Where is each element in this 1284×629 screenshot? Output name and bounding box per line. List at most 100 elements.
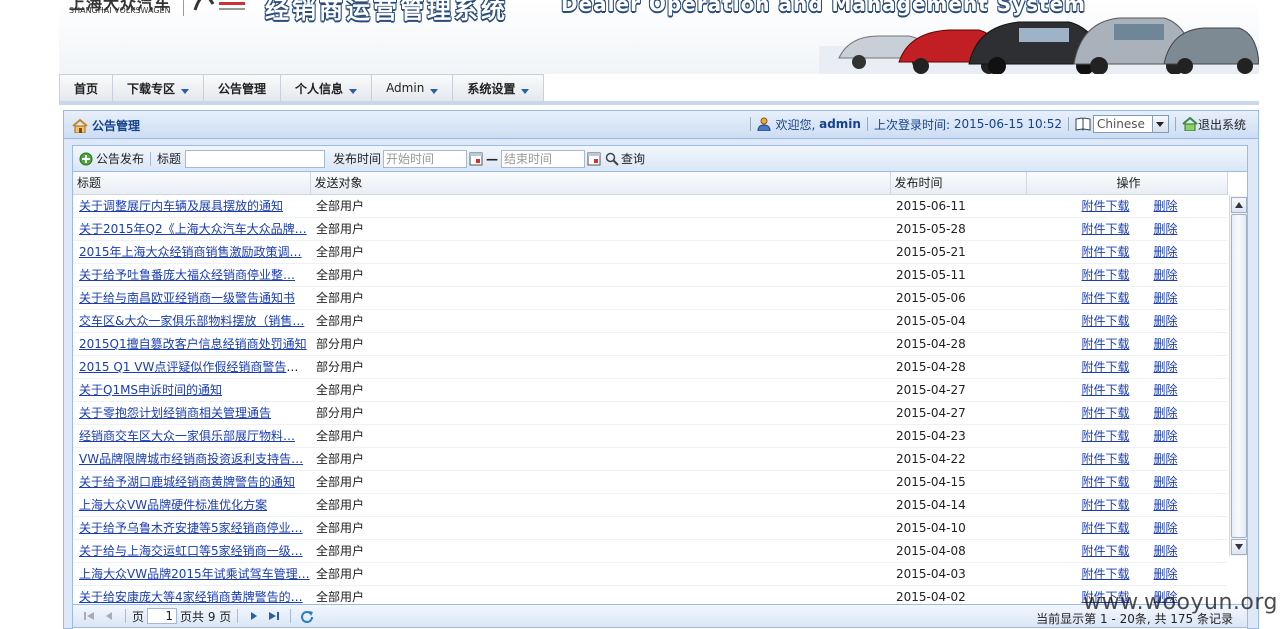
- announcement-link[interactable]: 2015年上海大众经销商销售激励政策调…: [79, 245, 302, 259]
- chevron-down-icon[interactable]: [1151, 116, 1168, 132]
- first-page-icon[interactable]: [82, 609, 96, 623]
- download-attachment-link[interactable]: 附件下载: [1081, 337, 1129, 351]
- column-header-target[interactable]: 发送对象: [310, 172, 891, 195]
- start-time-input[interactable]: 开始时间: [383, 149, 468, 168]
- vertical-scrollbar[interactable]: [1229, 196, 1247, 556]
- end-time-input[interactable]: 结束时间: [501, 149, 586, 168]
- delete-link[interactable]: 删除: [1154, 268, 1178, 282]
- announcement-link[interactable]: 关于Q1MS申诉时间的通知: [79, 383, 222, 397]
- download-attachment-link[interactable]: 附件下载: [1081, 199, 1129, 213]
- delete-link[interactable]: 删除: [1154, 498, 1178, 512]
- refresh-icon[interactable]: [300, 609, 314, 623]
- table-row[interactable]: 经销商交车区大众一家俱乐部展厅物料… 全部用户 2015-04-23 附件下载 删除: [73, 424, 1227, 448]
- delete-link[interactable]: 删除: [1154, 337, 1178, 351]
- table-row[interactable]: 关于Q1MS申诉时间的通知 全部用户 2015-04-27 附件下载 删除: [73, 378, 1227, 402]
- announcement-link[interactable]: 关于给予乌鲁木齐安捷等5家经销商停业…: [79, 521, 303, 535]
- announcement-link[interactable]: 上海大众VW品牌硬件标准优化方案: [79, 498, 267, 512]
- table-row[interactable]: 上海大众VW品牌2015年试乘试驾车管理… 全部用户 2015-04-03 附件下载 删…: [73, 562, 1227, 586]
- table-row[interactable]: 关于给与南昌欧亚经销商一级警告通知书 全部用户 2015-05-06 附件下载 删除: [73, 286, 1227, 310]
- publish-button[interactable]: 公告发布: [79, 150, 144, 167]
- range-dash: —: [486, 151, 499, 166]
- delete-link[interactable]: 删除: [1154, 452, 1178, 466]
- menu-announcements[interactable]: 公告管理: [204, 74, 282, 102]
- menu-settings[interactable]: 系统设置: [453, 74, 545, 102]
- table-row[interactable]: 关于给予吐鲁番庞大福众经销商停业整… 全部用户 2015-05-11 附件下载 删除: [73, 263, 1227, 287]
- logout-button[interactable]: 退出系统: [1182, 116, 1246, 133]
- download-attachment-link[interactable]: 附件下载: [1081, 383, 1129, 397]
- prev-page-icon[interactable]: [102, 609, 116, 623]
- delete-link[interactable]: 删除: [1154, 199, 1178, 213]
- download-attachment-link[interactable]: 附件下载: [1081, 544, 1129, 558]
- download-attachment-link[interactable]: 附件下载: [1081, 314, 1129, 328]
- column-header-title[interactable]: 标题: [73, 172, 311, 195]
- delete-link[interactable]: 删除: [1154, 291, 1178, 305]
- download-attachment-link[interactable]: 附件下载: [1081, 291, 1129, 305]
- delete-link[interactable]: 删除: [1154, 222, 1178, 236]
- scroll-thumb[interactable]: [1231, 214, 1247, 538]
- delete-link[interactable]: 删除: [1154, 429, 1178, 443]
- announcement-link[interactable]: 交车区&大众一家俱乐部物料摆放（销售…: [79, 314, 304, 328]
- download-attachment-link[interactable]: 附件下载: [1081, 567, 1129, 581]
- announcement-link[interactable]: 关于给与上海交运虹口等5家经销商一级…: [79, 544, 303, 558]
- column-header-date[interactable]: 发布时间: [890, 172, 1027, 195]
- download-attachment-link[interactable]: 附件下载: [1081, 245, 1129, 259]
- table-row[interactable]: 关于调整展厅内车辆及展具摆放的通知 全部用户 2015-06-11 附件下载 删除: [73, 194, 1227, 218]
- announcement-link[interactable]: 关于给安康庞大等4家经销商黄牌警告的…: [79, 590, 303, 604]
- next-page-icon[interactable]: [247, 609, 261, 623]
- download-attachment-link[interactable]: 附件下载: [1081, 521, 1129, 535]
- announcement-link[interactable]: 关于2015年Q2《上海大众汽车大众品牌…: [79, 222, 307, 236]
- scroll-down-icon[interactable]: [1231, 539, 1247, 555]
- calendar-icon[interactable]: [587, 152, 601, 166]
- announcement-link[interactable]: 上海大众VW品牌2015年试乘试驾车管理…: [79, 567, 310, 581]
- table-row[interactable]: 关于2015年Q2《上海大众汽车大众品牌… 全部用户 2015-05-28 附件下载 删…: [73, 217, 1227, 241]
- delete-link[interactable]: 删除: [1154, 521, 1178, 535]
- table-row[interactable]: 2015Q1擅自篡改客户信息经销商处罚通知 部分用户 2015-04-28 附件下载 删…: [73, 332, 1227, 356]
- table-row[interactable]: 关于零抱怨计划经销商相关管理通告 部分用户 2015-04-27 附件下载 删除: [73, 401, 1227, 425]
- download-attachment-link[interactable]: 附件下载: [1081, 429, 1129, 443]
- menu-home[interactable]: 首页: [59, 74, 114, 102]
- table-row[interactable]: 2015 Q1 VW点评疑似作假经销商警告名… 部分用户 2015-04-28 附件下…: [73, 355, 1227, 379]
- delete-link[interactable]: 删除: [1154, 544, 1178, 558]
- announcement-link[interactable]: 关于给予湖口鹿城经销商黄牌警告的通知: [79, 475, 295, 489]
- page-number-input[interactable]: 1: [147, 608, 178, 624]
- download-attachment-link[interactable]: 附件下载: [1081, 452, 1129, 466]
- search-button[interactable]: 查询: [605, 150, 645, 167]
- announcement-link[interactable]: 关于调整展厅内车辆及展具摆放的通知: [79, 199, 283, 213]
- title-input[interactable]: [185, 149, 326, 168]
- delete-link[interactable]: 删除: [1154, 360, 1178, 374]
- scroll-up-icon[interactable]: [1231, 197, 1247, 213]
- table-row[interactable]: VW品牌限牌城市经销商投资返利支持告… 全部用户 2015-04-22 附件下载 删除: [73, 447, 1227, 471]
- menu-downloads[interactable]: 下载专区: [113, 74, 205, 102]
- delete-link[interactable]: 删除: [1154, 245, 1178, 259]
- download-attachment-link[interactable]: 附件下载: [1081, 222, 1129, 236]
- announcement-link[interactable]: 2015Q1擅自篡改客户信息经销商处罚通知: [79, 337, 307, 351]
- announcement-link[interactable]: VW品牌限牌城市经销商投资返利支持告…: [79, 452, 303, 466]
- announcement-link[interactable]: 关于给予吐鲁番庞大福众经销商停业整…: [79, 268, 295, 282]
- language-select[interactable]: Chinese: [1092, 115, 1169, 133]
- table-row[interactable]: 交车区&大众一家俱乐部物料摆放（销售… 全部用户 2015-05-04 附件下载 删除: [73, 309, 1227, 333]
- announcement-link[interactable]: 2015 Q1 VW点评疑似作假经销商警告名…: [79, 360, 310, 374]
- table-row[interactable]: 2015年上海大众经销商销售激励政策调… 全部用户 2015-05-21 附件下载 删除: [73, 240, 1227, 264]
- announcement-link[interactable]: 经销商交车区大众一家俱乐部展厅物料…: [79, 429, 295, 443]
- announcement-link[interactable]: 关于给与南昌欧亚经销商一级警告通知书: [79, 291, 295, 305]
- calendar-icon[interactable]: [469, 152, 483, 166]
- download-attachment-link[interactable]: 附件下载: [1081, 360, 1129, 374]
- delete-link[interactable]: 删除: [1154, 567, 1178, 581]
- menu-profile[interactable]: 个人信息: [281, 74, 373, 102]
- download-attachment-link[interactable]: 附件下载: [1081, 406, 1129, 420]
- table-row[interactable]: 关于给予湖口鹿城经销商黄牌警告的通知 全部用户 2015-04-15 附件下载 删除: [73, 470, 1227, 494]
- row-target-cell: 部分用户: [310, 332, 890, 356]
- last-page-icon[interactable]: [267, 609, 281, 623]
- table-row[interactable]: 上海大众VW品牌硬件标准优化方案 全部用户 2015-04-14 附件下载 删除: [73, 493, 1227, 517]
- delete-link[interactable]: 删除: [1154, 314, 1178, 328]
- download-attachment-link[interactable]: 附件下载: [1081, 475, 1129, 489]
- announcement-link[interactable]: 关于零抱怨计划经销商相关管理通告: [79, 406, 271, 420]
- download-attachment-link[interactable]: 附件下载: [1081, 498, 1129, 512]
- table-row[interactable]: 关于给与上海交运虹口等5家经销商一级… 全部用户 2015-04-08 附件下载 删除: [73, 539, 1227, 563]
- menu-admin[interactable]: Admin: [372, 74, 454, 102]
- delete-link[interactable]: 删除: [1154, 406, 1178, 420]
- table-row[interactable]: 关于给予乌鲁木齐安捷等5家经销商停业… 全部用户 2015-04-10 附件下载 删除: [73, 516, 1227, 540]
- delete-link[interactable]: 删除: [1154, 383, 1178, 397]
- download-attachment-link[interactable]: 附件下载: [1081, 268, 1129, 282]
- delete-link[interactable]: 删除: [1154, 475, 1178, 489]
